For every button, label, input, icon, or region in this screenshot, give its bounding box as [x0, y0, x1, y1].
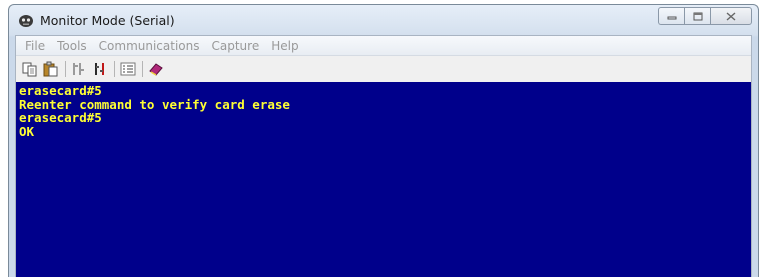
monitor-mode-window: Monitor Mode (Serial) File Tools Communi… [8, 4, 759, 277]
client-area: File Tools Communications Capture Help e… [15, 35, 752, 277]
terminal-line: erasecard#5 [19, 110, 102, 125]
window-title: Monitor Mode (Serial) [40, 13, 175, 28]
toolbar-separator [142, 60, 143, 77]
menu-capture[interactable]: Capture [206, 37, 266, 55]
toolbar-separator [65, 60, 66, 77]
terminal-line: OK [19, 123, 35, 139]
book-icon[interactable] [147, 60, 165, 78]
copy-icon[interactable] [21, 60, 39, 78]
title-bar[interactable]: Monitor Mode (Serial) [9, 5, 758, 35]
maximize-button[interactable] [684, 7, 710, 25]
close-icon [726, 11, 736, 21]
maximize-icon [693, 12, 702, 20]
paste-icon[interactable] [42, 60, 60, 78]
toolbar [16, 56, 751, 81]
terminal-line: Reenter command to verify card erase [19, 96, 290, 112]
robot-icon[interactable] [18, 14, 34, 28]
menu-file[interactable]: File [19, 37, 51, 55]
toolbar-separator [114, 60, 115, 77]
terminal-line: erasecard#5 [19, 83, 102, 98]
menu-help[interactable]: Help [265, 37, 304, 55]
menu-communications[interactable]: Communications [93, 37, 206, 55]
caption-buttons [658, 7, 752, 26]
terminal-output[interactable]: erasecard#5 Reenter command to verify ca… [16, 82, 751, 277]
minimize-button[interactable] [658, 7, 684, 25]
menu-bar: File Tools Communications Capture Help [16, 36, 751, 56]
close-button[interactable] [710, 7, 752, 25]
minimize-icon [667, 16, 676, 20]
list-settings-icon[interactable] [119, 60, 137, 78]
menu-tools[interactable]: Tools [51, 37, 93, 55]
connect-icon[interactable] [70, 60, 88, 78]
disconnect-icon[interactable] [91, 60, 109, 78]
